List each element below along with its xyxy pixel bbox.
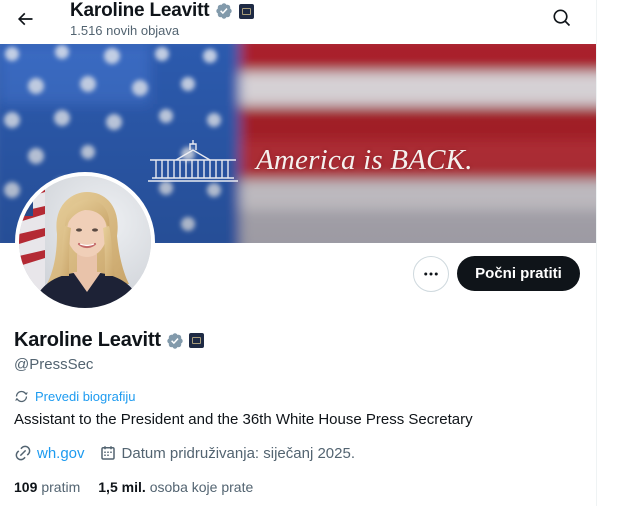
search-icon xyxy=(553,9,571,27)
user-handle: @PressSec xyxy=(14,356,94,373)
profile-photo xyxy=(19,176,151,308)
banner-slogan: America is BACK. xyxy=(256,144,473,176)
affiliate-badge-icon[interactable] xyxy=(188,333,204,348)
back-button[interactable] xyxy=(8,2,42,36)
following-label[interactable]: pratim xyxy=(41,479,80,495)
joined-item: Datum pridruživanja: siječanj 2025. xyxy=(99,444,355,462)
search-button[interactable] xyxy=(546,2,578,34)
more-options-button[interactable] xyxy=(413,256,449,292)
joined-date: Datum pridruživanja: siječanj 2025. xyxy=(121,444,355,462)
profile-header: Karoline Leavitt 1.516 novih objava xyxy=(0,0,596,44)
affiliate-badge-icon[interactable] xyxy=(239,3,255,19)
arrow-left-icon xyxy=(17,12,33,26)
profile-meta: wh.gov Datum pridruživanja: siječanj 202… xyxy=(14,444,369,462)
header-name-row: Karoline Leavitt xyxy=(70,0,255,22)
translate-icon xyxy=(15,390,28,403)
scroll-gutter xyxy=(596,0,627,506)
follow-button[interactable]: Počni pratiti xyxy=(457,256,580,291)
followers-label[interactable]: osoba koje prate xyxy=(150,479,254,495)
link-icon xyxy=(15,445,31,461)
profile-name-row: Karoline Leavitt xyxy=(14,329,204,352)
avatar[interactable] xyxy=(15,172,155,312)
translate-bio[interactable]: Prevedi biografiju xyxy=(14,389,135,404)
translate-bio-link[interactable]: Prevedi biografiju xyxy=(35,389,135,404)
website-link[interactable]: wh.gov xyxy=(37,445,85,462)
following-count[interactable]: 109 xyxy=(14,479,37,495)
profile-page: Karoline Leavitt 1.516 novih objava Amer… xyxy=(0,0,627,506)
header-title: Karoline Leavitt xyxy=(70,0,210,21)
website-item[interactable]: wh.gov xyxy=(14,444,85,462)
display-name: Karoline Leavitt xyxy=(14,329,161,351)
calendar-icon xyxy=(100,446,115,460)
followers-count[interactable]: 1,5 mil. xyxy=(98,479,145,495)
verified-badge-icon xyxy=(216,3,233,19)
follow-stats: 109 pratim 1,5 mil. osoba koje prate xyxy=(14,479,267,495)
more-dots-icon xyxy=(424,272,438,276)
header-posts-count: 1.516 novih objava xyxy=(70,23,180,38)
profile-bio: Assistant to the President and the 36th … xyxy=(14,411,473,428)
verified-badge-icon[interactable] xyxy=(166,332,184,350)
